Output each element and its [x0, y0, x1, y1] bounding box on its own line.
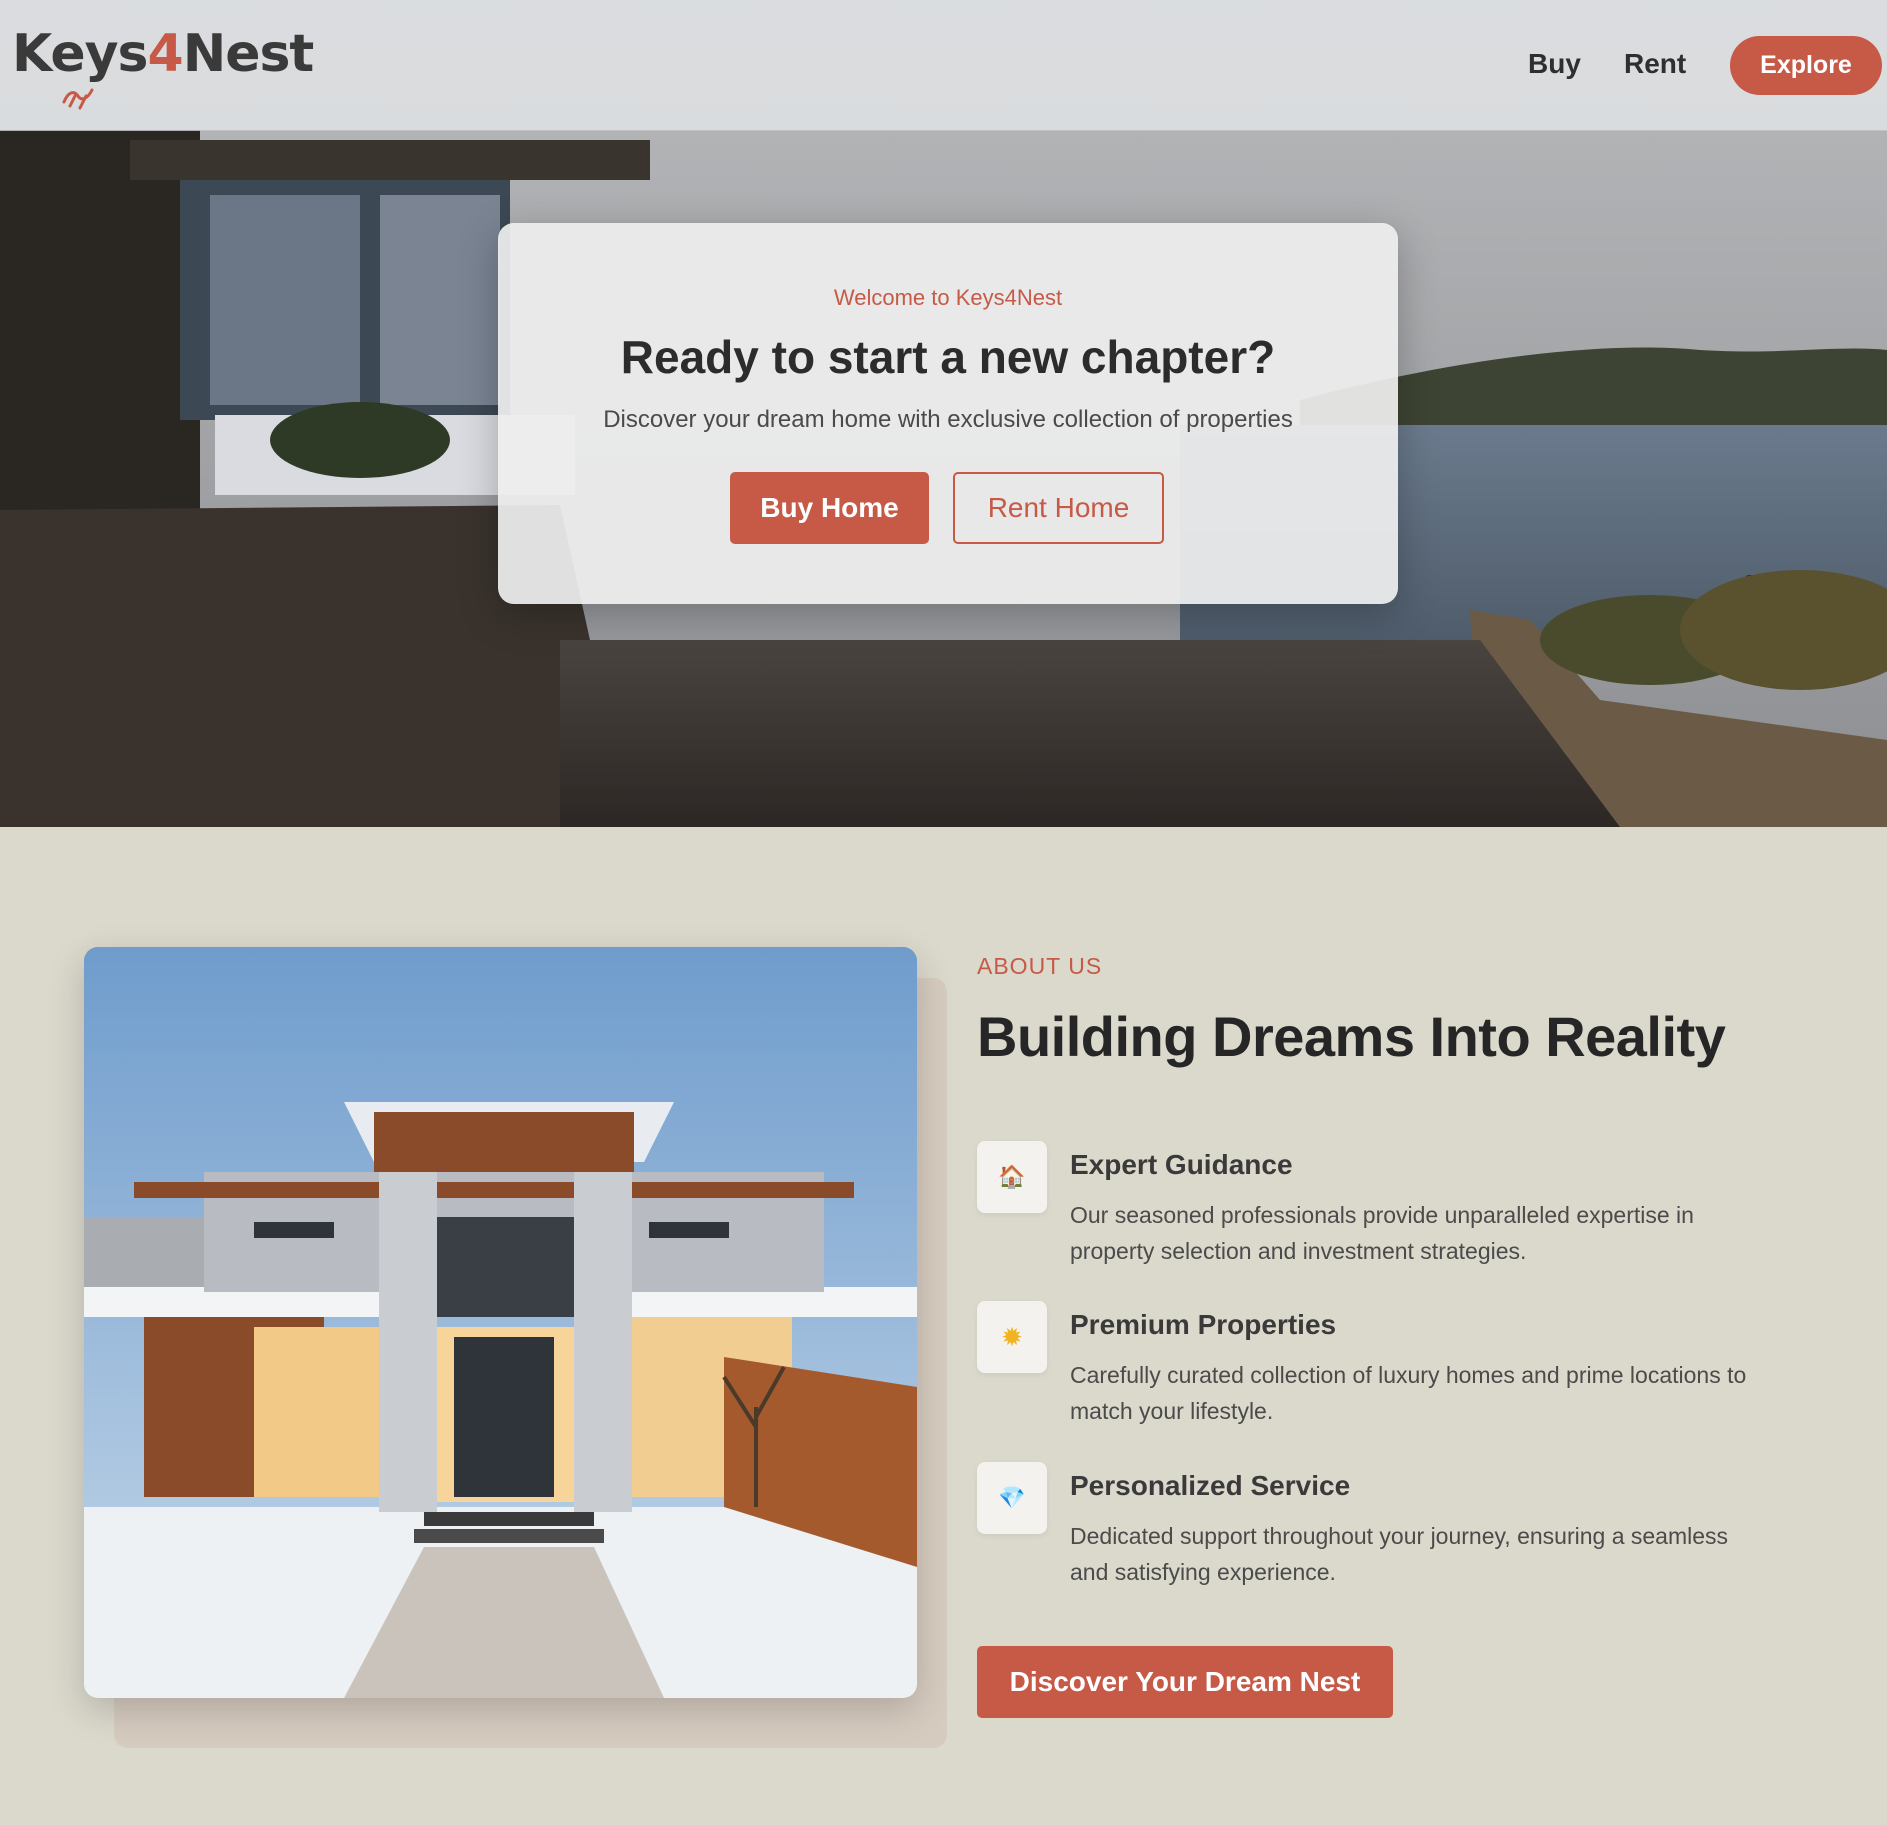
- feature-title: Expert Guidance: [1070, 1149, 1293, 1180]
- feature-description: Carefully curated collection of luxury h…: [1070, 1362, 1747, 1424]
- hero-subtitle: Discover your dream home with exclusive …: [603, 406, 1293, 433]
- nav-link-buy[interactable]: Buy: [1528, 48, 1581, 80]
- house-icon: 🏠: [977, 1141, 1047, 1213]
- logo-key-icon: [62, 88, 94, 110]
- modern-house-illustration: [84, 947, 917, 1698]
- top-navbar: Keys4Nest Buy Rent Explore: [0, 0, 1887, 131]
- explore-button[interactable]: Explore: [1730, 36, 1882, 95]
- hero-title: Ready to start a new chapter?: [620, 331, 1276, 383]
- hero-section: Keys4Nest Buy Rent Explore Welcome to Ke…: [0, 0, 1887, 827]
- diamond-icon: 💎: [977, 1462, 1047, 1534]
- site-logo[interactable]: Keys4Nest: [12, 24, 315, 84]
- about-title: Building Dreams Into Reality: [977, 1005, 1726, 1068]
- buy-home-button[interactable]: Buy Home: [730, 472, 929, 544]
- logo-text-4: 4: [147, 24, 184, 84]
- logo-text-nest: Nest: [182, 24, 315, 84]
- logo-text-keys: Keys: [12, 24, 148, 84]
- hero-card: Welcome to Keys4Nest Ready to start a ne…: [498, 223, 1398, 604]
- feature-description: Dedicated support throughout your journe…: [1070, 1523, 1729, 1585]
- star-glyph: ✹: [1001, 1321, 1023, 1352]
- feature-title: Personalized Service: [1070, 1470, 1351, 1501]
- feature-title: Premium Properties: [1070, 1309, 1337, 1340]
- feature-description: Our seasoned professionals provide unpar…: [1070, 1202, 1694, 1264]
- rent-home-button[interactable]: Rent Home: [953, 472, 1164, 544]
- discover-dream-nest-button[interactable]: Discover Your Dream Nest: [977, 1646, 1393, 1718]
- nav-link-rent[interactable]: Rent: [1624, 48, 1686, 80]
- star-icon: ✹: [977, 1301, 1047, 1373]
- about-eyebrow: ABOUT US: [977, 953, 1103, 979]
- about-house-image: [84, 947, 917, 1698]
- hero-eyebrow: Welcome to Keys4Nest: [833, 285, 1063, 310]
